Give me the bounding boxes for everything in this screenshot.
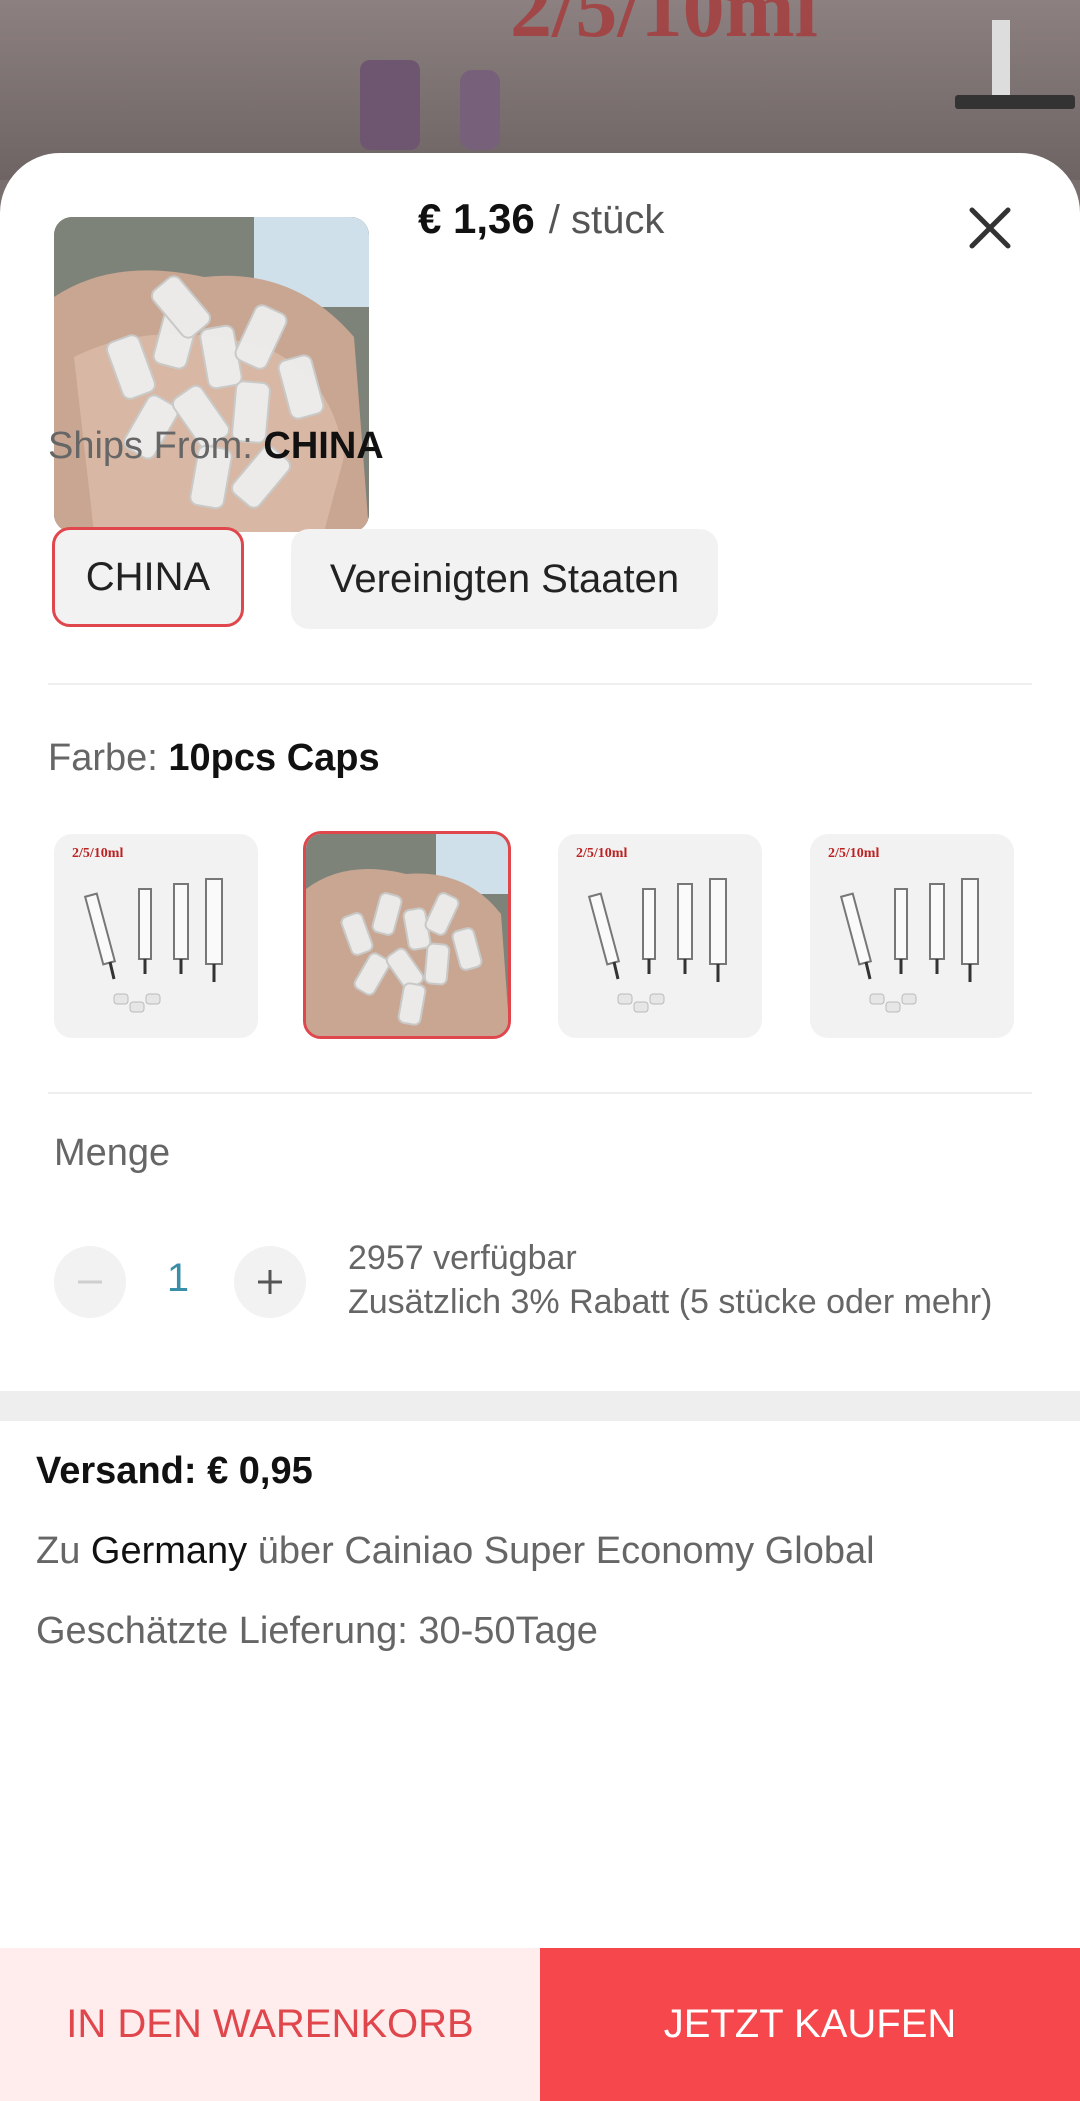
product-image [54, 217, 369, 532]
ships-from-option-usa[interactable]: Vereinigten Staaten [291, 529, 718, 629]
color-value: 10pcs Caps [168, 737, 380, 779]
buy-now-label: JETZT KAUFEN [663, 2002, 957, 2046]
ships-from-option-china[interactable]: CHINA [52, 527, 244, 627]
thumb-tag: 2/5/10ml [828, 846, 880, 861]
ships-from-caption: Ships From: [48, 425, 264, 467]
chip-label: Vereinigten Staaten [329, 556, 680, 601]
chip-label: CHINA [85, 554, 211, 599]
thumb-tag: 2/5/10ml [72, 846, 124, 861]
banner-shape [460, 70, 500, 150]
quantity-value[interactable]: 1 [145, 1256, 211, 1301]
route-carrier: über Cainiao Super Economy Global [247, 1530, 875, 1572]
syringe-set-image [83, 878, 223, 1013]
syringe-set-image [587, 878, 727, 1013]
divider [48, 683, 1032, 685]
stock-available: 2957 verfügbar [348, 1239, 577, 1277]
quantity-increase-button[interactable] [234, 1246, 306, 1318]
color-option-syringes-2[interactable]: 2/5/10ml [558, 834, 762, 1038]
caps-in-hand-image [54, 217, 369, 532]
ships-from-label: Ships From: CHINA [48, 425, 384, 468]
sku-selector-sheet: € 1,36 / stück Ships From: CHINA CHINA V… [0, 153, 1080, 2101]
shipping-route[interactable]: Zu Germany über Cainiao Super Economy Gl… [36, 1530, 875, 1573]
buy-now-button[interactable]: JETZT KAUFEN [540, 1948, 1080, 2101]
estimated-delivery: Geschätzte Lieferung: 30-50Tage [36, 1610, 598, 1652]
divider [48, 1092, 1032, 1094]
add-to-cart-label: IN DEN WARENKORB [66, 2002, 474, 2046]
color-option-syringes-1[interactable]: 2/5/10ml [54, 834, 258, 1038]
quantity-decrease-button[interactable] [54, 1246, 126, 1318]
price-display: € 1,36 / stück [418, 195, 664, 255]
syringe-set-image [839, 878, 979, 1013]
color-option-10pcs-caps[interactable] [303, 831, 511, 1039]
ships-from-value: CHINA [263, 425, 384, 467]
price-unit: / stück [548, 198, 665, 242]
close-button[interactable] [960, 198, 1020, 258]
banner-shape [992, 20, 1010, 100]
plus-icon [258, 1270, 282, 1294]
section-separator [0, 1391, 1080, 1421]
close-icon [969, 207, 1011, 249]
banner-shape [360, 60, 420, 150]
caps-in-hand-image [306, 834, 508, 1036]
route-prefix: Zu [36, 1530, 91, 1572]
minus-icon [78, 1280, 102, 1284]
color-option-syringes-3[interactable]: 2/5/10ml [810, 834, 1014, 1038]
shipping-cost: Versand: € 0,95 [36, 1450, 313, 1492]
color-label: Farbe: 10pcs Caps [48, 737, 380, 780]
quantity-label: Menge [54, 1132, 171, 1174]
stock-info: 2957 verfügbar Zusätzlich 3% Rabatt (5 s… [348, 1236, 1038, 1324]
color-caption: Farbe: [48, 737, 169, 779]
banner-shape [955, 95, 1075, 109]
price-amount: € 1,36 [418, 195, 535, 242]
banner-artwork: 2/5/10ml [510, 0, 818, 55]
thumb-tag: 2/5/10ml [576, 846, 628, 861]
route-country: Germany [90, 1530, 248, 1572]
bulk-discount-note: Zusätzlich 3% Rabatt (5 stücke oder mehr… [348, 1283, 993, 1321]
add-to-cart-button[interactable]: IN DEN WARENKORB [0, 1948, 540, 2101]
